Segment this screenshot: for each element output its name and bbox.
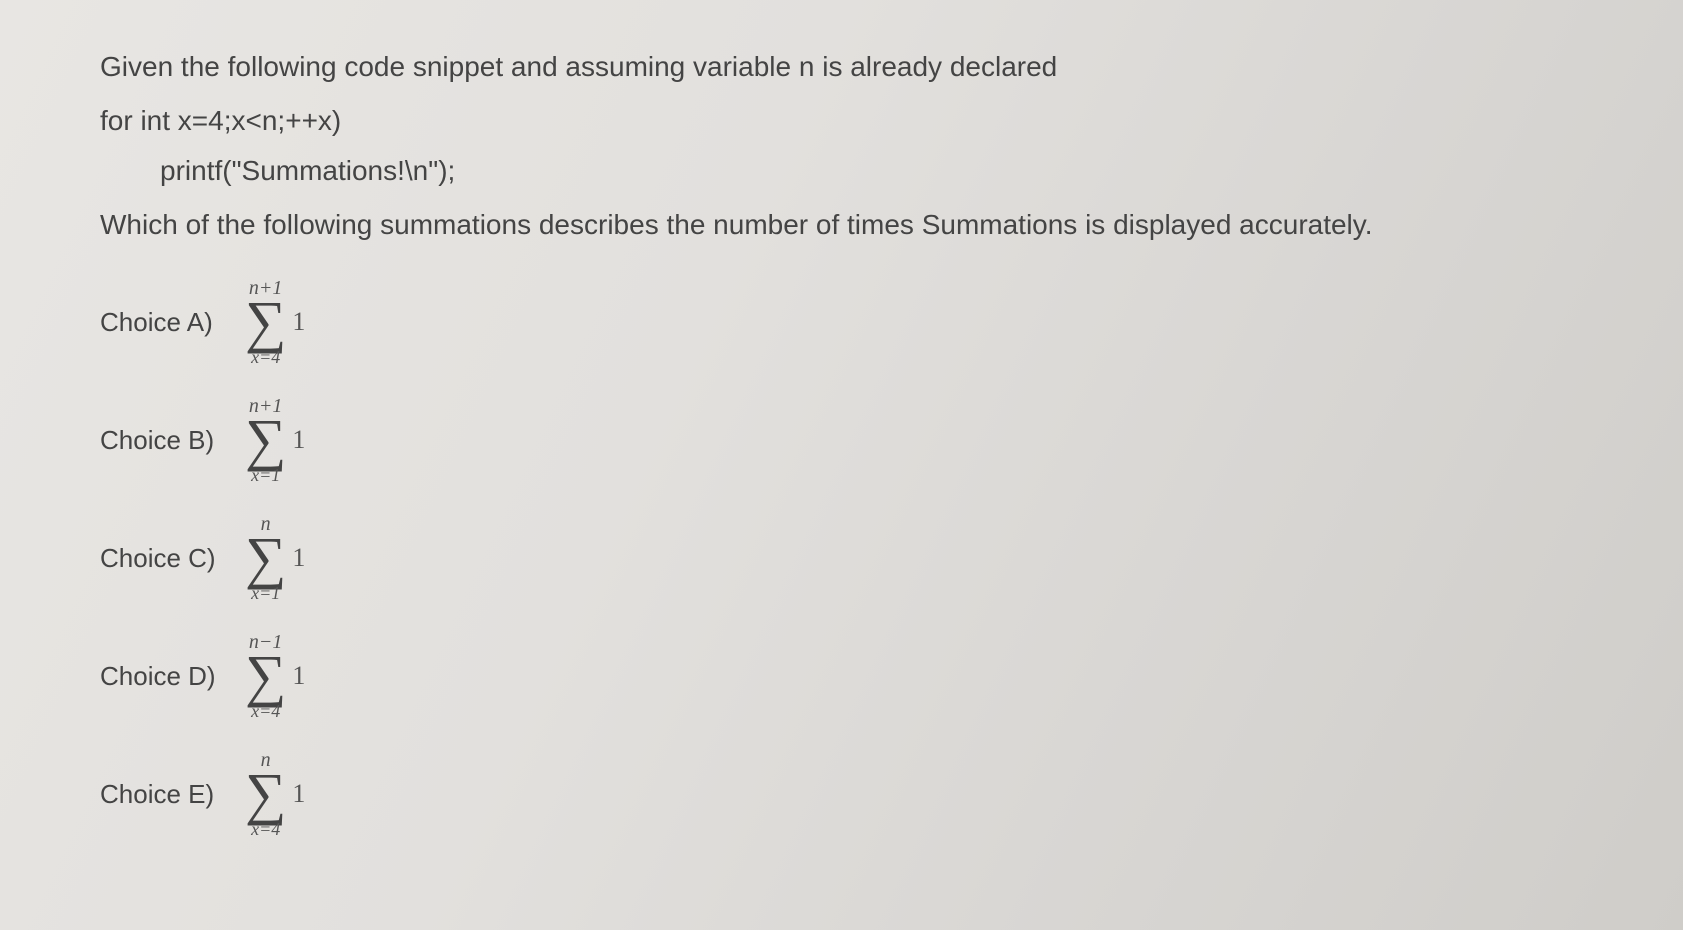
sum-lower-limit: x=4 [251,820,280,838]
choice-a[interactable]: Choice A) n+1 ∑ x=4 1 [100,266,1583,378]
choice-label: Choice B) [100,425,245,456]
summand: 1 [292,307,305,337]
summand: 1 [292,543,305,573]
choice-label: Choice D) [100,661,245,692]
summation-expression: n ∑ x=4 1 [245,750,305,838]
summation-expression: n−1 ∑ x=4 1 [245,632,305,720]
sigma-symbol: ∑ [245,300,286,344]
summation-expression: n+1 ∑ x=1 1 [245,396,305,484]
choice-c[interactable]: Choice C) n ∑ x=1 1 [100,502,1583,614]
sum-lower-limit: x=1 [251,584,280,602]
question-prompt: Which of the following summations descri… [100,209,1583,241]
code-line-2: printf("Summations!\n"); [100,155,1583,187]
question-intro: Given the following code snippet and ass… [100,40,1583,93]
summation-expression: n+1 ∑ x=4 1 [245,278,305,366]
sum-lower-limit: x=4 [251,348,280,366]
code-line-1: for int x=4;x<n;++x) [100,105,1583,137]
choice-e[interactable]: Choice E) n ∑ x=4 1 [100,738,1583,850]
choice-label: Choice C) [100,543,245,574]
sigma-symbol: ∑ [245,654,286,698]
choice-b[interactable]: Choice B) n+1 ∑ x=1 1 [100,384,1583,496]
sigma-symbol: ∑ [245,418,286,462]
summation-expression: n ∑ x=1 1 [245,514,305,602]
summand: 1 [292,661,305,691]
choice-label: Choice E) [100,779,245,810]
choice-d[interactable]: Choice D) n−1 ∑ x=4 1 [100,620,1583,732]
sigma-symbol: ∑ [245,536,286,580]
choice-label: Choice A) [100,307,245,338]
sum-lower-limit: x=1 [251,466,280,484]
summand: 1 [292,779,305,809]
sum-lower-limit: x=4 [251,702,280,720]
summand: 1 [292,425,305,455]
sigma-symbol: ∑ [245,772,286,816]
